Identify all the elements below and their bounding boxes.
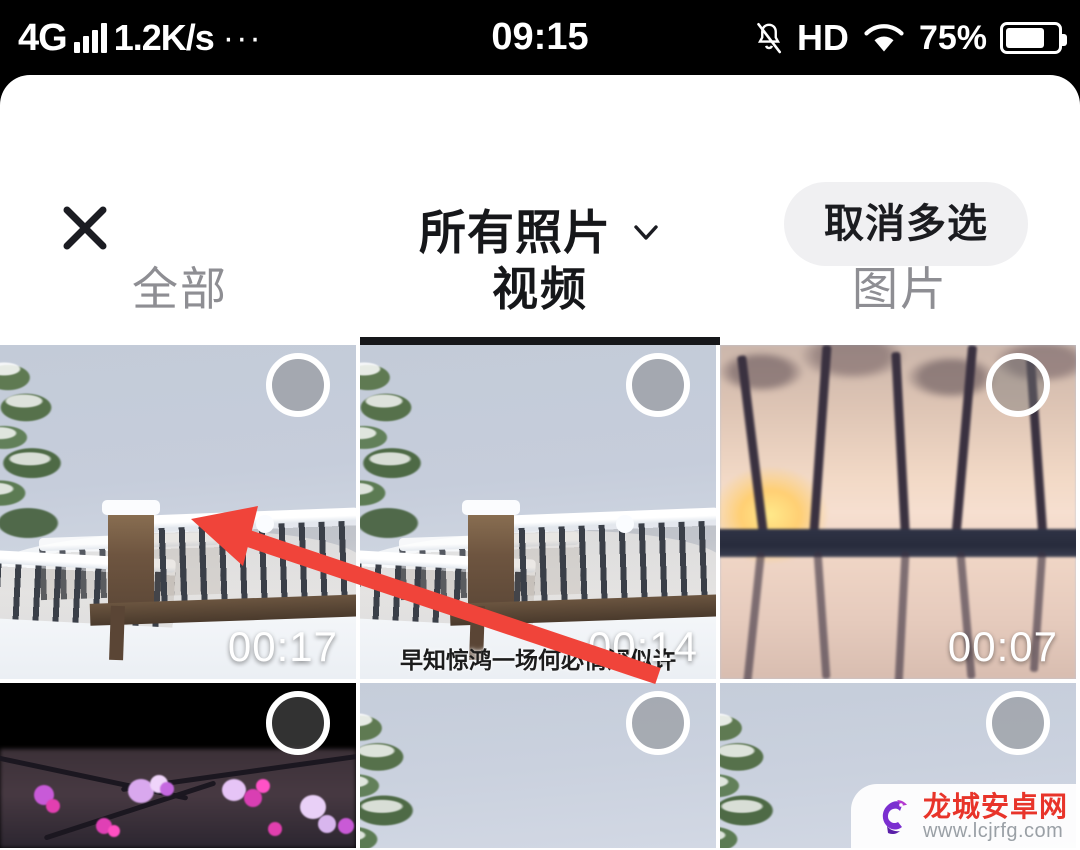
selection-circle-icon[interactable] [626,353,690,417]
sheet-header: 所有照片 取消多选 [0,75,1080,266]
tab-image[interactable]: 图片 [720,235,1080,345]
media-cell[interactable]: 00:07 [720,345,1076,679]
screen: 4G 1.2K/s ··· 09:15 HD 75% 所有照片 取消多选 全部 … [0,0,1080,850]
selection-circle-icon[interactable] [266,691,330,755]
media-cell[interactable]: 早知惊鸿一场何必情深似许 00:14 [360,345,716,679]
wifi-icon [862,21,906,55]
media-cell[interactable] [0,683,356,848]
watermark-texts: 龙城安卓网 www.lcjrfg.com [922,790,1068,842]
watermark-url: www.lcjrfg.com [922,820,1064,842]
dragon-c-logo-icon [867,794,913,840]
selection-circle-icon[interactable] [266,353,330,417]
media-cell[interactable]: 00:17 [0,345,356,679]
media-grid: 00:17 早知惊鸿一场何必情深似许 00:14 00:07 [0,345,1080,848]
bell-off-icon [754,21,784,55]
battery-percent-label: 75% [918,18,987,57]
status-bar-right: HD 75% [754,0,1067,75]
photo-picker-sheet: 所有照片 取消多选 全部 视频 图片 00:17 早知惊鸿一场何必情深似许 00… [0,75,1080,850]
duration-label: 00:07 [947,623,1058,670]
filter-tabs: 全部 视频 图片 [0,235,1080,345]
duration-label: 00:17 [227,623,338,670]
selection-circle-icon[interactable] [626,691,690,755]
hd-label: HD [796,16,849,58]
tab-all[interactable]: 全部 [0,235,360,345]
tab-video[interactable]: 视频 [360,235,720,345]
selection-circle-icon[interactable] [986,691,1050,755]
media-cell[interactable] [360,683,716,848]
duration-label: 00:14 [587,623,698,670]
selection-circle-icon[interactable] [986,353,1050,417]
status-bar: 4G 1.2K/s ··· 09:15 HD 75% [0,0,1080,75]
watermark-site-name: 龙城安卓网 [922,790,1068,822]
battery-icon [1000,21,1067,54]
site-watermark: 龙城安卓网 www.lcjrfg.com [850,783,1080,850]
tab-active-indicator [360,337,720,345]
